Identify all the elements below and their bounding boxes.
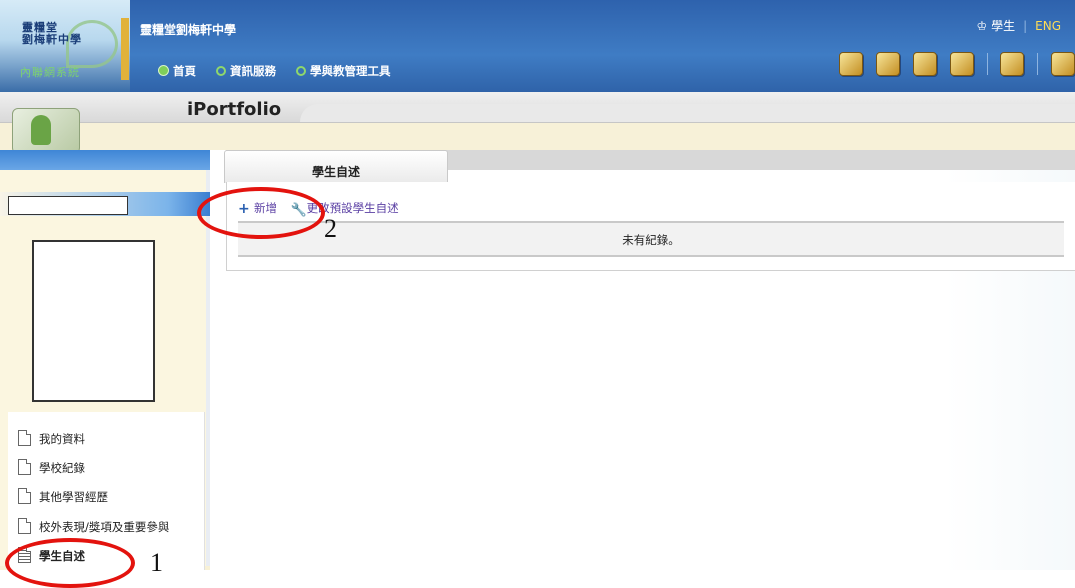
tool-icon-bar	[830, 52, 1075, 76]
sidebar-item-my-profile[interactable]: 我的資料	[18, 430, 85, 450]
annotation-circle-1	[5, 538, 135, 588]
eng-language-link[interactable]: ENG	[1035, 19, 1061, 33]
book-icon[interactable]	[1051, 52, 1075, 76]
logo-line-1: 靈糧堂 劉梅軒中學	[22, 21, 82, 46]
nav-learning-tools[interactable]: 學與教管理工具	[296, 64, 391, 78]
tab-label: 學生自述	[311, 165, 360, 179]
logo-line-3: 內聯網系統	[20, 66, 80, 79]
main-nav: 首頁 資訊服務 學與教管理工具	[158, 63, 407, 79]
nav-home[interactable]: 首頁	[158, 64, 196, 78]
student-name-box	[8, 196, 128, 215]
document-icon	[18, 518, 31, 534]
home-dot-icon	[158, 65, 169, 76]
toolbar-separator	[1037, 53, 1039, 75]
circle-icon	[216, 66, 227, 76]
school-name: 靈糧堂劉梅軒中學	[140, 23, 237, 37]
separator: |	[1023, 19, 1028, 33]
document-icon	[18, 488, 31, 504]
clipboard-icon[interactable]	[876, 52, 901, 76]
student-photo	[32, 240, 155, 402]
mail-icon[interactable]	[912, 52, 937, 76]
group-icon[interactable]	[1000, 52, 1025, 76]
tab-self-account[interactable]: 學生自述	[224, 150, 448, 183]
school-logo[interactable]: 靈糧堂 劉梅軒中學 內聯網系統	[8, 14, 129, 80]
user-role-label: 學生	[991, 19, 1016, 33]
sidebar-item-other-learning[interactable]: 其他學習經歷	[18, 488, 108, 508]
sidebar-item-school-records[interactable]: 學校紀錄	[18, 459, 85, 479]
sidebar-item-external-performance[interactable]: 校外表現/獎項及重要參與	[18, 518, 169, 538]
logo-gold-bar	[121, 18, 129, 80]
nav-info-services[interactable]: 資訊服務	[216, 64, 276, 78]
user-area: ♔ 學生 | ENG	[976, 17, 1061, 34]
iportfolio-icon	[12, 108, 80, 154]
toolbar-separator	[986, 53, 988, 75]
page-title: iPortfolio	[187, 99, 282, 120]
annotation-number-1: 1	[150, 548, 163, 577]
notebook-icon[interactable]	[949, 52, 974, 76]
annotation-number-2: 2	[324, 214, 337, 243]
person-icon	[31, 115, 51, 145]
records-table: 未有紀錄。	[238, 221, 1064, 257]
circle-icon	[296, 66, 307, 76]
sidebar-top-stripe	[0, 150, 210, 170]
title-band	[0, 92, 1075, 150]
empty-message: 未有紀錄。	[622, 233, 680, 247]
document-icon	[18, 430, 31, 446]
user-icon: ♔	[976, 19, 988, 33]
title-band-curve	[300, 104, 1075, 122]
calendar-icon[interactable]	[839, 52, 864, 76]
document-icon	[18, 459, 31, 475]
annotation-circle-2	[197, 187, 325, 239]
